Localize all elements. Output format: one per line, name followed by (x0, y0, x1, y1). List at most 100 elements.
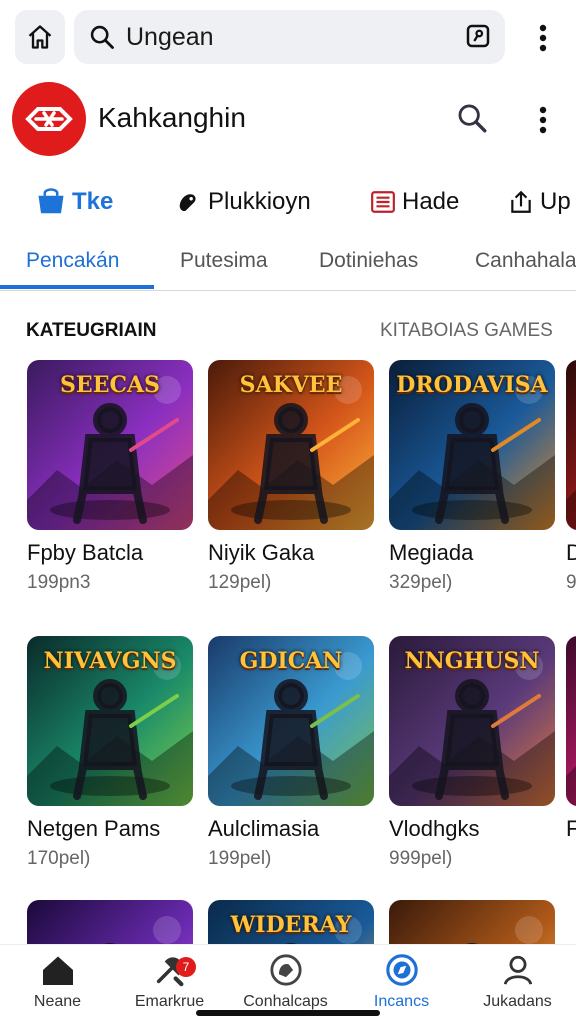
home-icon (28, 25, 52, 49)
chip-hade[interactable]: Hade (370, 188, 459, 216)
game-art-title: NIVAVGNS (43, 648, 177, 674)
chip-label: Hade (402, 188, 460, 215)
game-card[interactable]: DRODAVISA Megiada 329pel) (389, 360, 559, 594)
browser-menu-button[interactable] (528, 16, 558, 60)
game-size: 170pel) (27, 848, 91, 869)
game-thumbnail: WIDERAY (208, 900, 374, 944)
game-thumbnail: DRODAVISA (389, 360, 555, 530)
tab-putesima[interactable]: Putesima (180, 249, 268, 273)
game-size: 199pel) (208, 848, 272, 869)
game-thumbnail: GDICAN (208, 636, 374, 806)
game-art-title: WIDERAY (230, 912, 352, 938)
address-bar[interactable]: Ungean (74, 10, 505, 64)
tab-pencakan[interactable]: Pencakán (26, 249, 119, 273)
game-size: 999pel) (389, 848, 453, 869)
chip-up[interactable]: Up (508, 188, 571, 216)
controller-icon (179, 194, 196, 212)
game-name: Vlodhgks (389, 816, 480, 841)
game-name: Aulclimasia (208, 816, 320, 841)
chip-label: Plukkioyn (208, 188, 311, 215)
game-card[interactable]: SAKVEE Niyik Gaka 129pel) (208, 360, 378, 594)
more-vert-icon (539, 106, 547, 134)
game-art-title: NNGHUSN (404, 648, 540, 674)
home-icon (42, 956, 73, 985)
game-thumbnail (27, 900, 193, 944)
tabs-icon (466, 24, 490, 48)
game-grid: SEECAS Fpby Batcla 199pn3 SAKVEE Niyik Gaka 1… (0, 360, 576, 944)
chip-label: Up (540, 188, 571, 215)
nav-incancs[interactable]: Incancs (344, 953, 459, 1011)
game-art-title: DRODAVISA (396, 372, 548, 398)
nav-jukadans[interactable]: Jukadans (460, 953, 575, 1011)
game-name: F (566, 816, 576, 841)
game-name: Netgen Pams (27, 816, 161, 841)
chip-plukkioyn[interactable]: Plukkioyn (176, 188, 311, 216)
section-link[interactable]: KITABOIAS GAMES (380, 320, 553, 342)
nav-label: Incancs (373, 993, 430, 1010)
app-search-button[interactable] (452, 98, 492, 138)
tabs-button[interactable] (463, 21, 493, 56)
game-card[interactable] (389, 900, 559, 944)
nav-label: Jukadans (483, 993, 552, 1010)
game-size: 329pel) (389, 572, 453, 593)
game-art-title: SEECAS (60, 372, 160, 398)
game-art-title: GDICAN (239, 648, 343, 674)
nav-conhalcaps[interactable]: Conhalcaps (228, 953, 343, 1011)
home-indicator (196, 1010, 380, 1016)
app-title: Kahkanghin (98, 102, 246, 133)
nav-label: Conhalcaps (243, 993, 328, 1010)
gamepad-circle-icon (269, 954, 302, 986)
game-thumbnail: NIVAVGNS (27, 636, 193, 806)
game-size: 129pel) (208, 572, 272, 593)
section-title: KATEUGRIAIN (26, 320, 157, 341)
active-tab-indicator (0, 285, 154, 289)
game-name: Fpby Batcla (27, 540, 144, 565)
category-chips: Tke Plukkioyn Hade Up (0, 180, 576, 232)
person-icon (503, 955, 532, 985)
tab-dotiniehas[interactable]: Dotiniehas (319, 249, 418, 273)
game-size: 199pn3 (27, 572, 91, 593)
nav-label: Neane (33, 993, 82, 1010)
nav-neane[interactable]: Neane (0, 953, 115, 1011)
game-card[interactable]: F (566, 636, 576, 842)
browser-toolbar: Ungean (0, 0, 576, 76)
list-icon (371, 191, 395, 213)
compass-icon (385, 954, 418, 986)
app-menu-button[interactable] (528, 98, 558, 142)
logo-icon (25, 107, 73, 131)
tab-canhahala[interactable]: Canhahala (475, 249, 576, 273)
game-thumbnail: NNGHUSN (389, 636, 555, 806)
game-art-title: SAKVEE (239, 372, 343, 398)
upload-icon (511, 190, 531, 213)
game-thumbnail: SAKVEE (208, 360, 374, 530)
notification-badge: 7 (176, 957, 196, 977)
address-text: Ungean (126, 23, 214, 51)
game-card[interactable]: NIVAVGNS Netgen Pams 170pel) (27, 636, 197, 870)
chip-label: Tke (72, 188, 114, 215)
app-logo (12, 82, 86, 156)
game-card[interactable]: SEECAS Fpby Batcla 199pn3 (27, 360, 197, 594)
store-icon (38, 188, 64, 214)
game-thumbnail: SEECAS (27, 360, 193, 530)
more-vert-icon (539, 24, 547, 52)
game-thumbnail (566, 636, 576, 806)
game-card[interactable]: D9 (566, 360, 576, 594)
game-size: 9 (566, 572, 576, 593)
sub-tab-bar: Pencakán Putesima Dotiniehas Canhahala (0, 238, 576, 291)
home-button[interactable] (15, 10, 65, 64)
game-thumbnail (389, 900, 555, 944)
game-card[interactable]: GDICAN Aulclimasia 199pel) (208, 636, 378, 870)
search-icon (90, 25, 114, 49)
game-name: Niyik Gaka (208, 540, 315, 565)
nav-emarkrue[interactable]: 7 Emarkrue (112, 953, 227, 1011)
nav-label: Emarkrue (134, 993, 205, 1010)
search-icon (458, 104, 487, 133)
game-name: D (566, 540, 576, 565)
chip-tke[interactable]: Tke (36, 188, 113, 216)
game-card[interactable] (27, 900, 197, 944)
game-thumbnail (566, 360, 576, 530)
game-card[interactable]: NNGHUSN Vlodhgks 999pel) (389, 636, 559, 870)
game-name: Megiada (389, 540, 474, 565)
game-card[interactable]: WIDERAY (208, 900, 378, 944)
app-header: Kahkanghin (0, 78, 576, 162)
